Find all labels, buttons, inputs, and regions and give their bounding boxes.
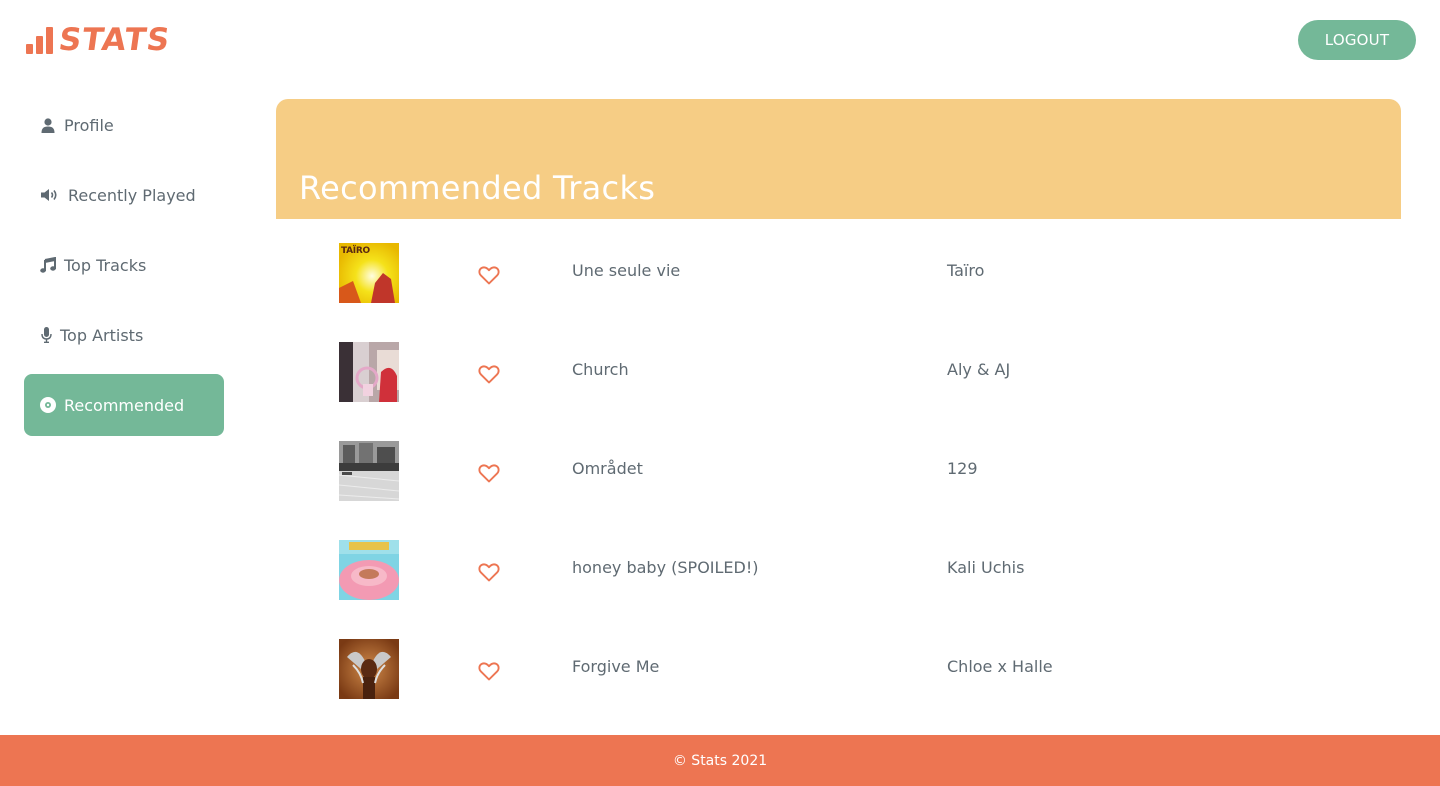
sidebar-item-label: Recently Played (68, 185, 196, 205)
album-cover[interactable] (339, 441, 399, 501)
logout-button[interactable]: LOGOUT (1298, 20, 1416, 60)
track-artist[interactable]: Taïro (947, 261, 984, 280)
sidebar-item-label: Profile (64, 115, 114, 135)
speaker-icon (40, 187, 60, 203)
music-note-icon (40, 257, 56, 273)
track-title[interactable]: Church (572, 360, 629, 379)
main-content: Recommended Tracks TAÏRO Une seule vie T… (276, 99, 1401, 714)
sidebar-item-recommended[interactable]: Recommended (24, 374, 224, 436)
sidebar-item-label: Top Artists (60, 325, 144, 345)
sidebar-item-label: Recommended (64, 395, 185, 415)
track-artist[interactable]: 129 (947, 459, 978, 478)
like-heart-icon[interactable] (477, 362, 501, 386)
track-title[interactable]: Une seule vie (572, 261, 680, 280)
footer: © Stats 2021 (0, 735, 1440, 786)
album-cover-label: TAÏRO (341, 246, 370, 256)
sidebar-item-profile[interactable]: Profile (24, 94, 224, 156)
track-list: TAÏRO Une seule vie Taïro Church Aly & A… (276, 219, 1401, 714)
sidebar-item-top-tracks[interactable]: Top Tracks (24, 234, 224, 296)
track-title[interactable]: Forgive Me (572, 657, 659, 676)
track-title[interactable]: honey baby (SPOILED!) (572, 558, 759, 577)
album-cover[interactable] (339, 639, 399, 699)
like-heart-icon[interactable] (477, 263, 501, 287)
track-row: honey baby (SPOILED!) Kali Uchis (276, 516, 1401, 615)
track-artist[interactable]: Kali Uchis (947, 558, 1024, 577)
sidebar: Profile Recently Played Top Tracks Top A… (24, 94, 224, 444)
page-banner: Recommended Tracks (276, 99, 1401, 219)
microphone-icon (40, 327, 52, 343)
track-artist[interactable]: Chloe x Halle (947, 657, 1053, 676)
like-heart-icon[interactable] (477, 560, 501, 584)
track-row: Forgive Me Chloe x Halle (276, 615, 1401, 714)
sidebar-item-top-artists[interactable]: Top Artists (24, 304, 224, 366)
header: STATS LOGOUT (0, 0, 1440, 80)
sidebar-item-label: Top Tracks (64, 255, 147, 275)
logo[interactable]: STATS (26, 22, 173, 58)
track-row: Området 129 (276, 417, 1401, 516)
user-icon (40, 117, 56, 133)
track-title[interactable]: Området (572, 459, 643, 478)
sidebar-item-recently-played[interactable]: Recently Played (24, 164, 224, 226)
footer-copyright: © Stats 2021 (672, 752, 768, 769)
album-cover[interactable] (339, 342, 399, 402)
track-artist[interactable]: Aly & AJ (947, 360, 1010, 379)
page-title: Recommended Tracks (299, 169, 656, 207)
disc-icon (40, 397, 56, 413)
track-row: TAÏRO Une seule vie Taïro (276, 219, 1401, 318)
album-cover[interactable] (339, 540, 399, 600)
like-heart-icon[interactable] (477, 461, 501, 485)
logo-bars-icon (26, 26, 53, 54)
album-cover[interactable]: TAÏRO (339, 243, 399, 303)
track-row: Church Aly & AJ (276, 318, 1401, 417)
logo-text: STATS (56, 22, 173, 58)
like-heart-icon[interactable] (477, 659, 501, 683)
